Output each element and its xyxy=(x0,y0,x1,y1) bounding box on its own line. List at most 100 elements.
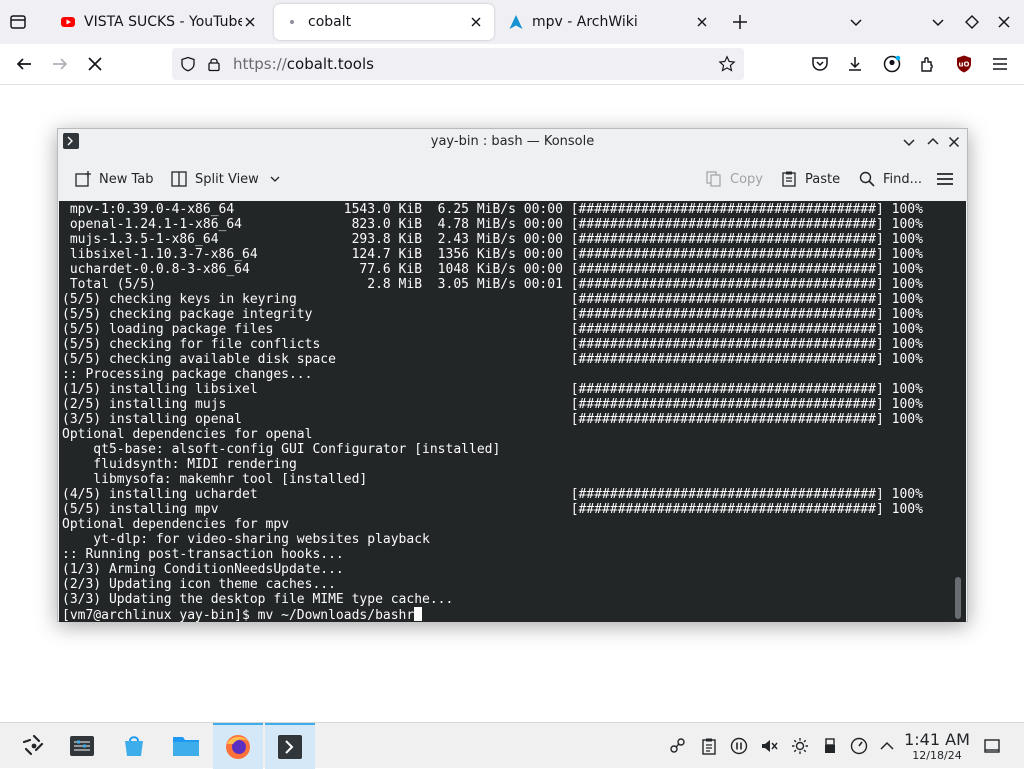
terminal-line: yt-dlp: for video-sharing websites playb… xyxy=(62,532,430,547)
close-tab-icon[interactable] xyxy=(468,14,484,30)
copy-button[interactable]: Copy xyxy=(705,167,763,191)
close-tab-icon[interactable] xyxy=(694,14,710,30)
terminal-line: (5/5) checking available disk space [###… xyxy=(62,352,923,367)
paste-button[interactable]: Paste xyxy=(780,167,840,191)
tab-list-icon[interactable] xyxy=(8,12,28,32)
taskbar-konsole[interactable] xyxy=(265,723,315,769)
ublock-origin-icon[interactable]: uO xyxy=(954,54,974,74)
window-minimize-icon[interactable] xyxy=(901,134,917,150)
paste-icon xyxy=(782,171,796,187)
terminal-line: libsixel-1.10.3-7-x86_64 124.7 KiB 1356 … xyxy=(62,247,923,262)
system-settings-icon xyxy=(70,736,94,756)
back-arrow-icon[interactable] xyxy=(14,54,34,74)
find-button[interactable]: Find... xyxy=(858,167,922,191)
new-tab-plus-icon[interactable] xyxy=(730,12,750,32)
terminal-line: Optional dependencies for mpv xyxy=(62,517,289,532)
konsole-toolbar: New Tab Split View Copy Paste Find... xyxy=(58,159,967,199)
tab-archwiki[interactable]: mpv - ArchWiki xyxy=(498,4,720,40)
terminal-line: libmysofa: makemhr tool [installed] xyxy=(62,472,368,487)
close-window-icon[interactable] xyxy=(994,12,1014,32)
updates-gauge-icon[interactable] xyxy=(850,737,868,755)
firefox-icon xyxy=(226,735,250,759)
brightness-icon[interactable] xyxy=(791,737,809,755)
url-host: cobalt.tools xyxy=(286,55,374,73)
search-icon xyxy=(859,171,875,187)
tab-title: mpv - ArchWiki xyxy=(532,14,638,30)
window-title: yay-bin : bash — Konsole xyxy=(430,134,595,149)
folder-icon xyxy=(173,737,199,756)
chevron-down-icon[interactable] xyxy=(846,12,866,32)
cobalt-icon xyxy=(290,20,294,24)
network-icon[interactable] xyxy=(669,737,687,755)
copy-label: Copy xyxy=(730,171,763,187)
clipboard-icon[interactable] xyxy=(700,737,718,755)
hamburger-menu-icon[interactable] xyxy=(935,169,955,189)
minimize-window-icon[interactable] xyxy=(928,12,948,32)
terminal-line: mpv-1:0.39.0-4-x86_64 1543.0 KiB 6.25 Mi… xyxy=(62,202,923,217)
media-pause-icon[interactable] xyxy=(730,737,748,755)
digital-clock[interactable]: 1:41 AM 12/18/24 xyxy=(902,731,972,763)
taskbar-file-manager[interactable] xyxy=(162,723,210,769)
extensions-icon[interactable] xyxy=(918,54,938,74)
terminal-output[interactable]: mpv-1:0.39.0-4-x86_64 1543.0 KiB 6.25 Mi… xyxy=(59,201,966,622)
shield-icon[interactable] xyxy=(180,56,196,72)
taskbar-firefox[interactable] xyxy=(213,723,263,769)
stop-loading-icon[interactable] xyxy=(85,54,105,74)
terminal-line: (5/5) checking package integrity [######… xyxy=(62,307,923,322)
forward-arrow-icon[interactable] xyxy=(50,54,70,74)
account-icon[interactable] xyxy=(882,54,902,74)
terminal-line: openal-1.24.1-1-x86_64 823.0 KiB 4.78 Mi… xyxy=(62,217,923,232)
show-desktop-icon[interactable] xyxy=(983,737,1001,755)
url-scheme: https:// xyxy=(233,55,287,73)
tab-youtube[interactable]: VISTA SUCKS - YouTube xyxy=(50,4,268,40)
lock-icon[interactable] xyxy=(206,56,222,72)
terminal-line: (1/3) Arming ConditionNeedsUpdate... xyxy=(62,562,344,577)
new-tab-button[interactable]: New Tab xyxy=(74,167,154,191)
usb-device-icon[interactable] xyxy=(821,737,839,755)
url-bar[interactable]: https://cobalt.tools xyxy=(172,48,744,80)
terminal-line: fluidsynth: MIDI rendering xyxy=(62,457,297,472)
clock-time: 1:41 AM xyxy=(904,730,970,749)
find-label: Find... xyxy=(883,171,923,187)
volume-muted-icon[interactable] xyxy=(760,737,778,755)
konsole-window: yay-bin : bash — Konsole New Tab Split V… xyxy=(57,128,968,622)
split-view-label: Split View xyxy=(195,171,259,187)
close-tab-icon[interactable] xyxy=(242,14,258,30)
window-close-icon[interactable] xyxy=(946,134,962,150)
chevron-up-icon[interactable] xyxy=(878,737,896,755)
split-view-button[interactable]: Split View xyxy=(170,167,281,191)
browser-tab-bar: VISTA SUCKS - YouTube cobalt mpv - ArchW… xyxy=(0,0,1024,44)
terminal-line: uchardet-0.0.8-3-x86_64 77.6 KiB 1048 Ki… xyxy=(62,262,923,277)
tab-title: VISTA SUCKS - YouTube xyxy=(84,14,242,30)
terminal-text: mpv-1:0.39.0-4-x86_64 1543.0 KiB 6.25 Mi… xyxy=(59,201,966,622)
discover-store-icon xyxy=(125,736,143,756)
terminal-line: (5/5) checking keys in keyring [########… xyxy=(62,292,923,307)
tab-cobalt[interactable]: cobalt xyxy=(274,4,494,40)
youtube-icon xyxy=(61,17,75,27)
maximize-window-icon[interactable] xyxy=(962,12,982,32)
terminal-line: (2/3) Updating icon theme caches... xyxy=(62,577,336,592)
downloads-icon[interactable] xyxy=(845,54,865,74)
taskbar-discover[interactable] xyxy=(110,723,158,769)
terminal-prompt[interactable]: [vm7@archlinux yay-bin]$ mv ~/Downloads/… xyxy=(62,608,414,622)
menu-hamburger-icon[interactable] xyxy=(990,54,1010,74)
paste-label: Paste xyxy=(805,171,841,187)
copy-icon xyxy=(706,171,721,187)
terminal-scrollbar[interactable] xyxy=(955,577,961,619)
taskbar-system-settings[interactable] xyxy=(58,723,106,769)
bookmark-star-icon[interactable] xyxy=(718,55,736,73)
window-maximize-icon[interactable] xyxy=(925,134,941,150)
new-tab-icon xyxy=(75,171,91,187)
tab-title: cobalt xyxy=(308,14,352,30)
terminal-line: (4/5) installing uchardet [#############… xyxy=(62,487,923,502)
terminal-line: (3/3) Updating the desktop file MIME typ… xyxy=(62,592,454,607)
terminal-line: (3/5) installing openal [###############… xyxy=(62,412,923,427)
terminal-line: (5/5) checking for file conflicts [#####… xyxy=(62,337,923,352)
terminal-line: :: Running post-transaction hooks... xyxy=(62,547,344,562)
pocket-icon[interactable] xyxy=(810,54,830,74)
terminal-line: (5/5) installing mpv [##################… xyxy=(62,502,923,517)
terminal-line: :: Processing package changes... xyxy=(62,367,313,382)
terminal-line: (2/5) installing mujs [#################… xyxy=(62,397,923,412)
application-launcher[interactable] xyxy=(10,723,58,769)
url-text[interactable]: https://cobalt.tools xyxy=(233,55,374,73)
